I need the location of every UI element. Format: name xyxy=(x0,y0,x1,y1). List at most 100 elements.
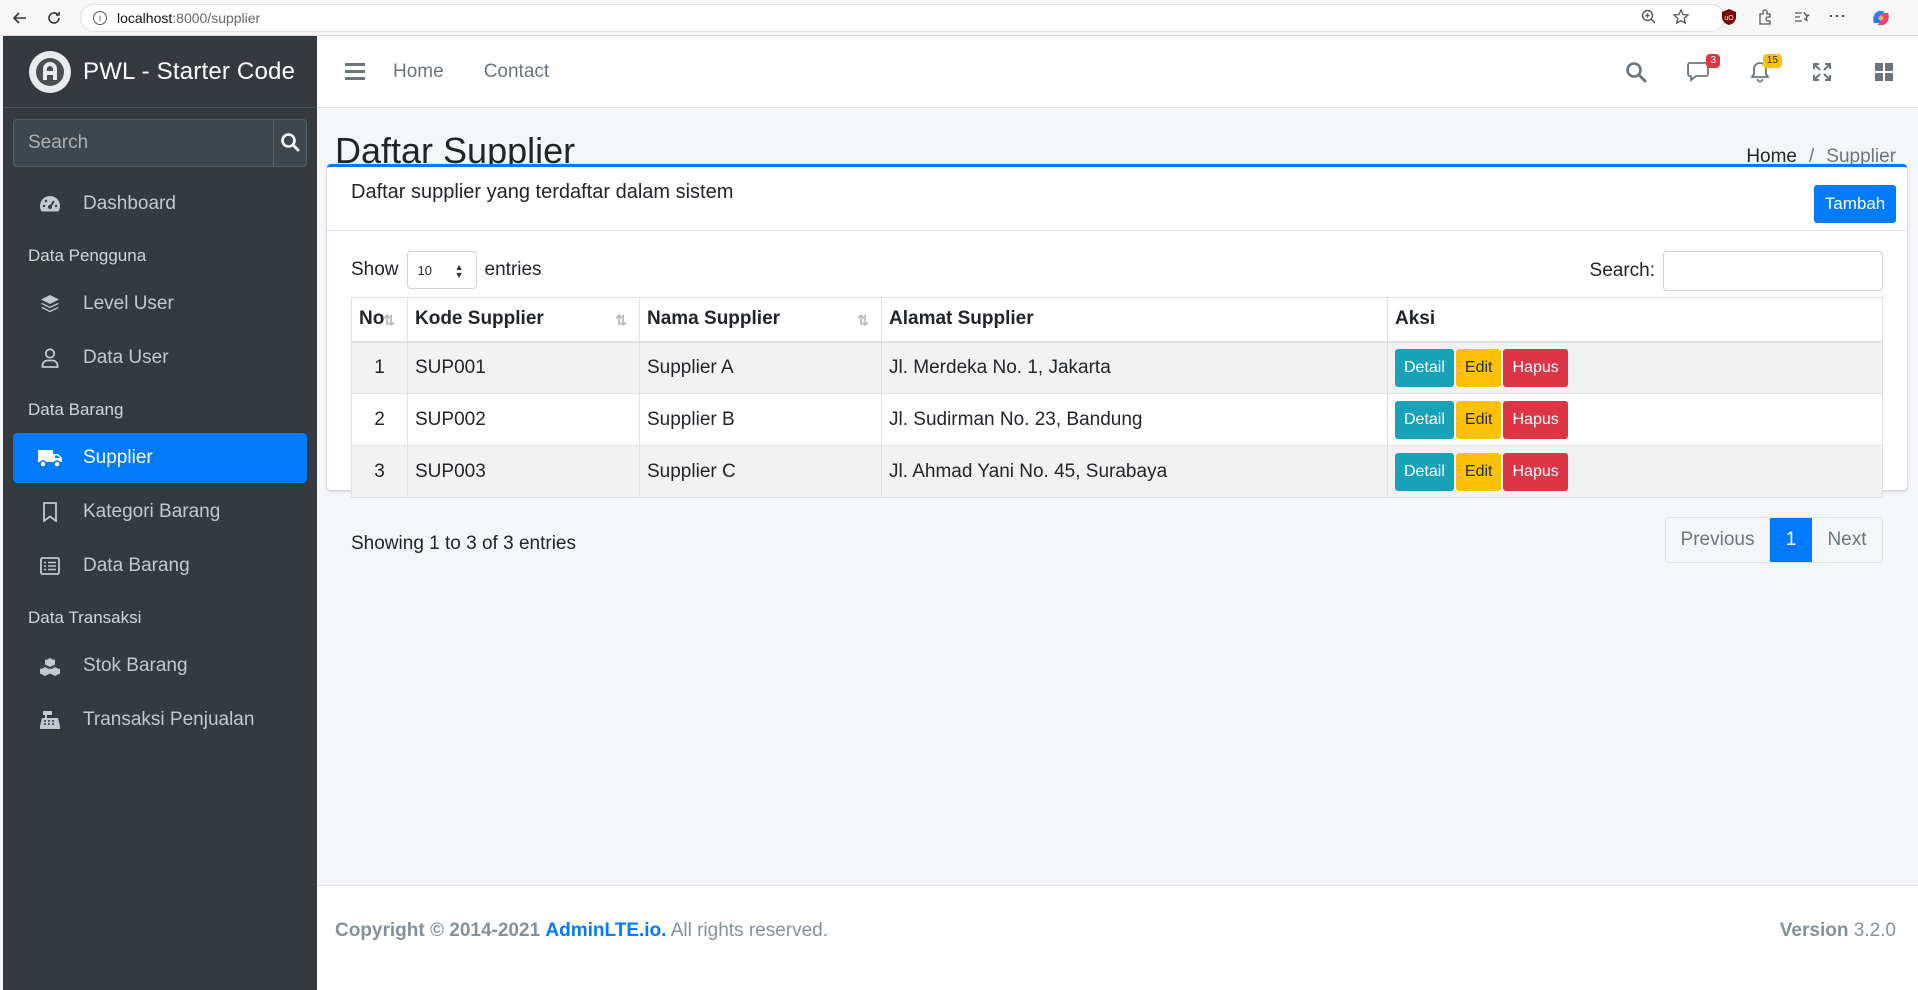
edit-button[interactable]: Edit xyxy=(1455,348,1502,387)
sidebar-search-button[interactable] xyxy=(273,119,307,167)
delete-button[interactable]: Hapus xyxy=(1503,348,1568,387)
back-icon[interactable] xyxy=(6,4,34,32)
column-label: Kode Supplier xyxy=(415,308,544,330)
select-arrows-icon: ▲ ▼ xyxy=(454,262,464,280)
sidebar-item-level-user[interactable]: Level User xyxy=(13,279,307,329)
sidebar-item-label: Stok Barang xyxy=(83,655,188,676)
navbar-search-icon[interactable] xyxy=(1622,58,1650,86)
truck-icon xyxy=(37,448,63,468)
control-sidebar-icon[interactable] xyxy=(1870,58,1898,86)
layers-icon xyxy=(37,294,63,314)
sidebar-item-label: Transaksi Penjualan xyxy=(83,709,255,730)
table-header-row: No ⇅ Kode Supplier ⇅ Nama Supplier ⇅ Alamat… xyxy=(351,297,1883,343)
version-label: Version xyxy=(1779,920,1849,941)
sort-icon: ⇅ xyxy=(615,312,627,328)
cell-no: 1 xyxy=(351,341,408,394)
cell-kode: SUP002 xyxy=(407,393,640,446)
sidebar-header-data-transaksi: Data Transaksi xyxy=(28,608,142,627)
table-search-input[interactable] xyxy=(1663,251,1883,291)
sidebar-search xyxy=(13,119,307,167)
cell-nama: Supplier A xyxy=(639,341,882,394)
sidebar-item-label: Level User xyxy=(83,293,174,314)
show-label: Show xyxy=(351,259,399,280)
edit-button[interactable]: Edit xyxy=(1455,400,1502,439)
adminlte-logo-icon xyxy=(29,50,71,93)
page-1-button[interactable]: 1 xyxy=(1770,518,1812,562)
sidebar-item-kategori-barang[interactable]: Kategori Barang xyxy=(13,487,307,537)
table-row: 3 SUP003 Supplier C Jl. Ahmad Yani No. 4… xyxy=(351,445,1883,498)
star-icon[interactable] xyxy=(1672,8,1690,31)
copyright-text: Copyright © 2014-2021 xyxy=(335,920,541,941)
column-header-kode[interactable]: Kode Supplier ⇅ xyxy=(407,297,640,343)
user-icon xyxy=(37,348,63,368)
fullscreen-icon[interactable] xyxy=(1808,58,1836,86)
svg-text:uO: uO xyxy=(1724,15,1734,22)
sidebar-header-data-pengguna: Data Pengguna xyxy=(28,246,147,265)
top-navbar: Home Contact 3 15 xyxy=(317,36,1918,108)
detail-button[interactable]: Detail xyxy=(1395,452,1454,491)
sidebar-item-data-barang[interactable]: Data Barang xyxy=(13,541,307,591)
list-icon xyxy=(37,557,63,575)
sidebar-item-dashboard[interactable]: Dashboard xyxy=(13,179,307,229)
favorites-icon[interactable] xyxy=(1792,8,1811,31)
cell-aksi: Detail Edit Hapus xyxy=(1387,393,1883,446)
zoom-icon[interactable] xyxy=(1640,8,1658,31)
column-header-alamat: Alamat Supplier xyxy=(881,297,1388,343)
site-info-icon[interactable]: i xyxy=(93,11,107,25)
tachometer-icon xyxy=(37,195,63,213)
entries-length: Show 10 ▲ ▼ entries xyxy=(351,251,542,289)
url-host: localhost xyxy=(117,10,173,26)
copilot-icon[interactable] xyxy=(1870,7,1892,34)
detail-button[interactable]: Detail xyxy=(1395,348,1454,387)
extensions-icon[interactable] xyxy=(1756,8,1774,31)
pagination: Previous 1 Next xyxy=(1665,517,1883,563)
sidebar-item-stok-barang[interactable]: Stok Barang xyxy=(13,641,307,691)
cell-kode: SUP001 xyxy=(407,341,640,394)
detail-button[interactable]: Detail xyxy=(1395,400,1454,439)
reload-icon[interactable] xyxy=(40,4,68,32)
sidebar-item-label: Kategori Barang xyxy=(83,501,221,522)
delete-button[interactable]: Hapus xyxy=(1503,452,1568,491)
browser-toolbar: i localhost:8000/supplier uO ⋯ xyxy=(0,0,1918,36)
sidebar-search-input[interactable] xyxy=(13,119,273,167)
column-label: Alamat Supplier xyxy=(889,308,1034,330)
sort-icon: ⇅ xyxy=(383,312,395,328)
nav-link-home[interactable]: Home xyxy=(393,61,444,83)
entries-value: 10 xyxy=(417,262,432,278)
adminlte-link[interactable]: AdminLTE.io. xyxy=(545,920,666,941)
previous-page-button[interactable]: Previous xyxy=(1666,518,1770,562)
sidebar-item-transaksi-penjualan[interactable]: Transaksi Penjualan xyxy=(13,695,307,745)
notifications-icon[interactable]: 15 xyxy=(1746,54,1782,86)
column-header-no[interactable]: No ⇅ xyxy=(351,297,408,343)
address-bar[interactable]: i localhost:8000/supplier xyxy=(80,4,1725,32)
table-row: 1 SUP001 Supplier A Jl. Merdeka No. 1, J… xyxy=(351,341,1883,394)
search-icon xyxy=(280,132,300,155)
sidebar-item-supplier[interactable]: Supplier xyxy=(13,433,307,483)
hamburger-menu-icon[interactable] xyxy=(345,63,365,80)
column-header-nama[interactable]: Nama Supplier ⇅ xyxy=(639,297,882,343)
next-page-button[interactable]: Next xyxy=(1812,518,1882,562)
brand-link[interactable]: PWL - Starter Code xyxy=(3,36,317,108)
footer-copyright: Copyright © 2014-2021 AdminLTE.io. All r… xyxy=(335,920,828,942)
add-supplier-button[interactable]: Tambah xyxy=(1814,185,1896,223)
bookmark-icon xyxy=(37,502,63,522)
sidebar-item-label: Data User xyxy=(83,347,169,368)
ublock-icon[interactable]: uO xyxy=(1720,8,1738,31)
cell-nama: Supplier B xyxy=(639,393,882,446)
table-search-label: Search: xyxy=(1589,260,1655,281)
sidebar-item-label: Data Barang xyxy=(83,555,190,576)
sidebar-header-data-barang: Data Barang xyxy=(28,400,124,419)
sort-icon: ⇅ xyxy=(857,312,869,328)
more-icon[interactable]: ⋯ xyxy=(1828,7,1846,25)
app-root: PWL - Starter Code Dashboard Data Penggu… xyxy=(0,36,1918,990)
messages-icon[interactable]: 3 xyxy=(1684,54,1720,86)
cell-aksi: Detail Edit Hapus xyxy=(1387,341,1883,394)
cash-register-icon xyxy=(37,710,63,730)
entries-select[interactable]: 10 ▲ ▼ xyxy=(406,251,477,289)
delete-button[interactable]: Hapus xyxy=(1503,400,1568,439)
table-row: 2 SUP002 Supplier B Jl. Sudirman No. 23,… xyxy=(351,393,1883,446)
column-label: Nama Supplier xyxy=(647,308,781,330)
edit-button[interactable]: Edit xyxy=(1455,452,1502,491)
nav-link-contact[interactable]: Contact xyxy=(484,61,549,83)
sidebar-item-data-user[interactable]: Data User xyxy=(13,333,307,383)
